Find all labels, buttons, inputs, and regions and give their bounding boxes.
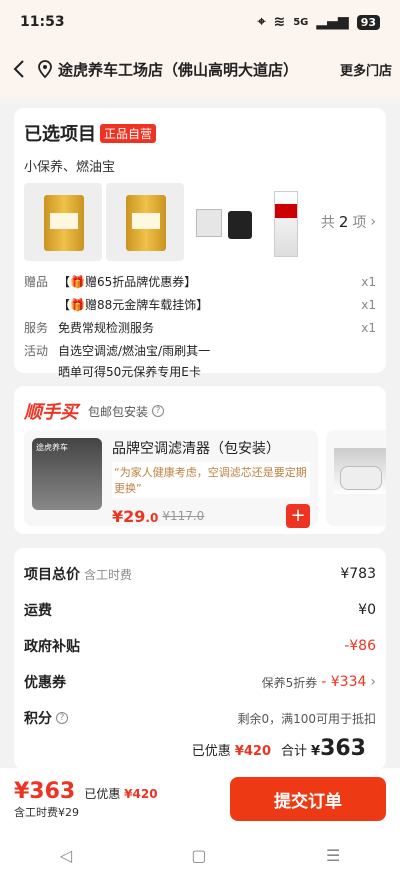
selected-subtitle: 小保养、燃油宝 [24,160,116,175]
service-label: 服务 [24,321,49,335]
points-row: 积分 ? 剩余0，满100可用于抵扣 [24,700,376,736]
system-nav-bar: ◁ ▢ ☰ [0,830,400,880]
shipping-row: 运费 ¥0 [24,592,376,628]
info-icon[interactable]: ? [56,712,68,724]
discount-value: ¥420 [234,744,271,759]
sum-label: 合计 [281,744,308,759]
product-old-price: ¥117.0 [162,509,205,523]
fuel-additive-image [270,183,302,261]
gift-row-2: 【🎁赠88元金牌车载挂饰】 x1 [24,296,376,313]
addon-product-card-2[interactable] [326,430,386,526]
selected-items-card: 已选项目 正品自营 小保养、燃油宝 共 2 项 › 赠品 【🎁赠65折品牌优惠券… [14,108,386,379]
gift-qty-1: x1 [361,274,376,289]
filter-image [188,183,266,261]
gift-text-1: 【🎁赠65折品牌优惠券】 [58,275,197,289]
total-label: 项目总价 [24,567,80,583]
oil-can-image-1 [24,183,102,261]
count-prefix: 共 [320,215,335,231]
bottom-discount: 已优惠 ¥420 [84,786,158,801]
product-desc: “为家人健康考虑，空调滤芯还是要定期更换” [112,462,310,498]
coupon-value: - ¥334 [321,674,367,690]
signal-label: 5G [293,16,309,28]
activity-line-2: 晒单可得50元保养专用E卡 [58,365,201,379]
gift-label: 赠品 [24,275,49,289]
shipping-label: 运费 [24,603,52,619]
subsidy-row: 政府补贴 -¥86 [24,628,376,664]
location-icon: ⌖ [257,14,266,30]
chevron-left-icon [13,60,24,78]
shop-name: 途虎养车工场店（佛山高明大道店） [58,60,299,79]
car-image [334,448,386,494]
item-thumbnails[interactable]: 共 2 项 › [24,183,376,261]
gift-row-1: 赠品 【🎁赠65折品牌优惠券】 x1 [24,273,376,290]
shop-selector[interactable]: 途虎养车工场店（佛山高明大道店） [38,59,334,80]
add-product-button[interactable]: + [286,504,310,528]
nav-bar: 途虎养车工场店（佛山高明大道店） 更多门店 [0,44,400,94]
nav-menu-icon[interactable]: ☰ [326,846,340,865]
nav-home-icon[interactable]: ▢ [191,846,206,865]
oil-can-image-2 [106,183,184,261]
status-bar: 11:53 ⌖ ≋ 5G ▂▄▆ 93 [0,0,400,44]
wifi-icon: ≋ [273,14,286,30]
chevron-right-icon: › [370,674,376,690]
addon-sub: 包邮包安装 [88,404,149,419]
discount-label: 已优惠 [191,744,231,759]
activity-label: 活动 [24,344,49,358]
addon-title: 顺手买 [24,402,78,423]
product-price: ¥29.0 [112,506,159,526]
product-name: 品牌空调滤清器（包安装） [112,441,280,457]
more-stores-link[interactable]: 更多门店 [340,60,392,79]
chevron-right-icon: › [370,214,376,230]
signal-icon: ▂▄▆ [316,14,349,30]
back-button[interactable] [8,59,30,79]
activity-line-1: 自选空调滤/燃油宝/雨刷其一 [58,344,211,358]
total-row: 项目总价 含工时费 ¥783 [24,556,376,592]
bottom-price: ¥363 [14,778,76,804]
service-qty: x1 [361,320,376,335]
addon-card: 顺手买 包邮包安装 ? 途虎养车 品牌空调滤清器（包安装） “为家人健康考虑，空… [14,386,386,534]
gift-qty-2: x1 [361,297,376,312]
bottom-sub: 含工时费¥29 [14,805,79,819]
air-filter-image: 途虎养车 [32,438,102,510]
count-value: 2 [338,213,349,231]
total-value: ¥783 [340,566,376,582]
coupon-label: 优惠券 [24,675,66,691]
count-suffix: 项 [352,215,367,231]
price-summary-card: 项目总价 含工时费 ¥783 运费 ¥0 政府补贴 -¥86 优惠券 保养5折券… [14,548,386,770]
status-icons: ⌖ ≋ 5G ▂▄▆ 93 [258,14,380,30]
sum-row: 已优惠 ¥420 合计 ¥ 363 [192,736,366,761]
sum-value: 363 [320,736,366,761]
items-count[interactable]: 共 2 项 › [321,212,376,232]
gift-text-2: 【🎁赠88元金牌车载挂饰】 [58,298,209,312]
subsidy-label: 政府补贴 [24,639,80,655]
sum-currency: ¥ [311,744,321,759]
nav-back-icon[interactable]: ◁ [60,846,72,865]
location-pin-icon [38,60,52,78]
activity-row: 活动 自选空调滤/燃油宝/雨刷其一 晒单可得50元保养专用E卡 [24,342,376,380]
info-icon[interactable]: ? [152,405,165,417]
status-time: 11:53 [20,14,65,30]
shipping-value: ¥0 [358,602,376,618]
bottom-bar: ¥363 已优惠 ¥420 含工时费¥29 提交订单 [0,768,400,830]
total-note: 含工时费 [84,567,133,582]
subsidy-value: -¥86 [344,638,376,654]
points-label: 积分 [24,711,52,727]
points-note: 剩余0，满100可用于抵扣 [237,711,376,726]
coupon-row[interactable]: 优惠券 保养5折券 - ¥334 › [24,664,376,700]
selected-title: 已选项目 [24,124,96,145]
battery-icon: 93 [356,14,380,30]
authentic-badge: 正品自营 [100,123,157,143]
service-text: 免费常规检测服务 [58,321,155,335]
addon-product-card[interactable]: 途虎养车 品牌空调滤清器（包安装） “为家人健康考虑，空调滤芯还是要定期更换” … [24,430,318,528]
service-row: 服务 免费常规检测服务 x1 [24,319,376,336]
submit-order-button[interactable]: 提交订单 [230,777,386,821]
coupon-desc: 保养5折券 [261,675,318,690]
